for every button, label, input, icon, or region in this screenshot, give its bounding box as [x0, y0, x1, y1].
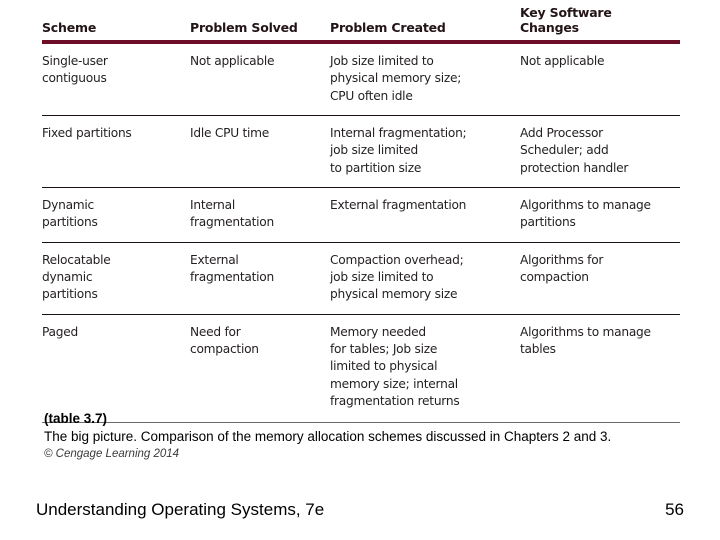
cell-key-software-changes: Algorithms to manage tables [520, 314, 680, 424]
cell-text: Job size limited to physical memory size… [330, 54, 462, 103]
column-header-scheme: Scheme [42, 2, 190, 44]
footer-page-number: 56 [665, 500, 684, 519]
cell-scheme: Relocatable dynamic partitions [42, 242, 190, 315]
cell-text: Fixed partitions [42, 125, 132, 140]
footer-book-title: Understanding Operating Systems, 7e [36, 500, 325, 519]
cell-problem-created: Compaction overhead; job size limited to… [330, 242, 520, 315]
cell-text: Paged [42, 324, 78, 339]
column-header-problem-solved: Problem Solved [190, 2, 330, 44]
cell-problem-created: Internal fragmentation; job size limited… [330, 115, 520, 188]
table-header-row: Scheme Problem Solved Problem Created Ke… [42, 2, 680, 44]
cell-scheme: Fixed partitions [42, 115, 190, 188]
cell-key-software-changes: Add Processor Scheduler; add protection … [520, 115, 680, 188]
cell-text: Single-user contiguous [42, 54, 108, 86]
cell-text: Add Processor Scheduler; add protection … [520, 125, 629, 175]
cell-problem-created: Memory needed for tables; Job size limit… [330, 314, 520, 424]
cell-scheme: Single-user contiguous [42, 42, 190, 116]
cell-text: Algorithms to manage tables [520, 324, 651, 356]
slide-footer: Understanding Operating Systems, 7e 56 [36, 500, 684, 520]
table-caption: (table 3.7) The big picture. Comparison … [44, 410, 684, 462]
table-body: Single-user contiguous Not applicable Jo… [42, 42, 680, 424]
cell-problem-solved: Need for compaction [190, 314, 330, 424]
cell-problem-solved: Internal fragmentation [190, 187, 330, 243]
table-row: Fixed partitions Idle CPU time Internal … [42, 115, 680, 188]
cell-problem-solved: Not applicable [190, 42, 330, 116]
cell-text: Idle CPU time [190, 125, 270, 140]
table-header: Scheme Problem Solved Problem Created Ke… [42, 2, 680, 44]
cell-scheme: Paged [42, 314, 190, 424]
cell-text: Need for compaction [190, 324, 259, 356]
cell-key-software-changes: Algorithms for compaction [520, 242, 680, 315]
caption-description: The big picture. Comparison of the memor… [44, 428, 612, 444]
cell-key-software-changes: Not applicable [520, 42, 680, 116]
cell-text: Relocatable dynamic partitions [42, 252, 111, 302]
cell-text: Internal fragmentation [190, 197, 274, 230]
cell-text: Memory needed for tables; Job size limit… [330, 324, 460, 408]
caption-copyright: © Cengage Learning 2014 [44, 447, 180, 460]
cell-text: Compaction overhead; job size limited to… [330, 252, 464, 302]
table-row: Dynamic partitions Internal fragmentatio… [42, 187, 680, 243]
column-header-key-software-changes: Key Software Changes [520, 2, 680, 44]
cell-key-software-changes: Algorithms to manage partitions [520, 187, 680, 243]
cell-text: Internal fragmentation; job size limited… [330, 125, 467, 175]
cell-scheme: Dynamic partitions [42, 187, 190, 243]
table-row: Paged Need for compaction Memory needed … [42, 314, 680, 424]
table-row: Single-user contiguous Not applicable Jo… [42, 42, 680, 116]
cell-text: Not applicable [520, 54, 605, 68]
cell-problem-solved: Idle CPU time [190, 115, 330, 188]
cell-problem-solved: External fragmentation [190, 242, 330, 315]
memory-allocation-comparison-table: Scheme Problem Solved Problem Created Ke… [42, 2, 680, 424]
cell-text: Algorithms to manage partitions [520, 197, 651, 230]
slide-canvas: Scheme Problem Solved Problem Created Ke… [0, 0, 720, 540]
column-header-problem-created: Problem Created [330, 2, 520, 44]
cell-problem-created: External fragmentation [330, 187, 520, 243]
caption-label: (table 3.7) [44, 411, 108, 426]
cell-text: External fragmentation [330, 197, 467, 212]
cell-problem-created: Job size limited to physical memory size… [330, 42, 520, 116]
cell-text: Not applicable [190, 54, 275, 68]
comparison-table-block: Scheme Problem Solved Problem Created Ke… [42, 2, 680, 424]
cell-text: External fragmentation [190, 252, 274, 284]
cell-text: Algorithms for compaction [520, 252, 604, 284]
table-row: Relocatable dynamic partitions External … [42, 242, 680, 315]
cell-text: Dynamic partitions [42, 197, 98, 230]
